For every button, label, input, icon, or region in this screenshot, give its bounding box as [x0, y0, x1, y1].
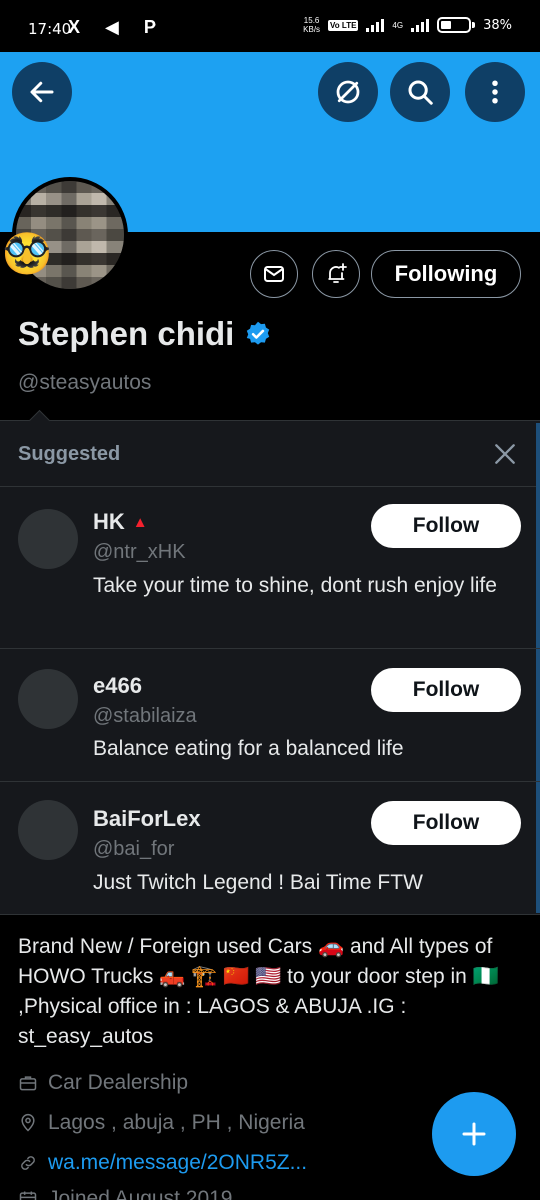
suggested-avatar[interactable] — [18, 509, 78, 569]
notify-button[interactable] — [312, 250, 360, 298]
more-button[interactable] — [465, 62, 525, 122]
suggested-bio: Just Twitch Legend ! Bai Time FTW — [93, 871, 423, 894]
follow-button[interactable]: Follow — [371, 668, 521, 712]
status-bar: 17:40 X ◀ P · 15.6 KB/s Vo LTE 4G 38% — [0, 0, 540, 52]
suggested-item[interactable]: BaiForLex @bai_for Just Twitch Legend ! … — [0, 782, 540, 915]
battery-level: 38% — [483, 17, 512, 33]
profile-name-row: Stephen chidi — [18, 315, 272, 353]
suggested-handle: @bai_for — [93, 838, 175, 860]
grok-button[interactable] — [318, 62, 378, 122]
profile-joined: Joined August 2019 — [18, 1187, 233, 1200]
net-speed-value: 15.6 — [303, 16, 320, 25]
link-icon — [21, 1156, 35, 1170]
suggested-avatar[interactable] — [18, 669, 78, 729]
battery-icon — [437, 17, 472, 33]
mail-icon — [264, 266, 284, 282]
suggested-name-text: HK — [93, 509, 125, 534]
status-dot: · — [152, 16, 158, 33]
location-text: Lagos , abuja , PH , Nigeria — [48, 1111, 305, 1134]
joined-text: Joined August 2019 — [48, 1187, 233, 1200]
bell-plus-icon — [328, 263, 347, 283]
suggested-title: Suggested — [18, 443, 121, 465]
search-button[interactable] — [390, 62, 450, 122]
profile-handle: @steasyautos — [18, 371, 152, 394]
message-button[interactable] — [250, 250, 298, 298]
status-right-group: 15.6 KB/s Vo LTE 4G 38% — [303, 16, 512, 34]
network-4g-label: 4G — [392, 20, 404, 30]
suggested-handle: @ntr_xHK — [93, 541, 186, 563]
suggested-item[interactable]: e466 @stabilaiza Balance eating for a ba… — [0, 649, 540, 782]
net-speed-unit: KB/s — [303, 25, 321, 34]
follow-button[interactable]: Follow — [371, 504, 521, 548]
red-triangle-icon: ▲ — [132, 514, 148, 531]
close-icon[interactable] — [492, 441, 518, 467]
suggested-avatar[interactable] — [18, 800, 78, 860]
profile-category: Car Dealership — [18, 1071, 188, 1095]
follow-button[interactable]: Follow — [371, 801, 521, 845]
no-entry-icon — [336, 80, 360, 104]
suggested-handle: @stabilaiza — [93, 705, 197, 727]
profile-bio: Brand New / Foreign used Cars 🚗 and All … — [18, 935, 499, 1048]
following-button[interactable]: Following — [371, 250, 521, 298]
suggested-item[interactable]: HK ▲ @ntr_xHK Take your time to shine, do… — [0, 487, 540, 649]
suggested-bio: Take your time to shine, dont rush enjoy… — [93, 574, 497, 597]
suggested-bio: Balance eating for a balanced life — [93, 737, 404, 760]
calendar-icon — [19, 1191, 37, 1200]
link-text[interactable]: wa.me/message/2ONR5Z... — [48, 1151, 307, 1175]
suggested-name[interactable]: BaiForLex — [93, 806, 201, 832]
volte-icon: Vo LTE — [328, 19, 359, 31]
suggested-panel: Suggested HK ▲ @ntr_xHK Take your time to… — [0, 420, 540, 915]
location-pin-icon — [21, 1113, 35, 1132]
category-text: Car Dealership — [48, 1071, 189, 1094]
search-icon — [408, 80, 433, 105]
suggested-name[interactable]: HK ▲ — [93, 509, 148, 535]
suggested-name[interactable]: e466 — [93, 673, 142, 699]
plus-icon — [462, 1122, 486, 1146]
back-button[interactable] — [12, 62, 72, 122]
more-vertical-icon — [492, 80, 498, 104]
briefcase-icon — [19, 1076, 37, 1091]
net-speed: 15.6 KB/s — [303, 16, 320, 34]
profile-location: Lagos , abuja , PH , Nigeria — [18, 1111, 305, 1135]
avatar-emoji: 🥸 — [2, 232, 52, 276]
profile-link[interactable]: wa.me/message/2ONR5Z... — [18, 1151, 307, 1175]
compose-button[interactable] — [432, 1092, 516, 1176]
suggested-header: Suggested — [0, 421, 540, 487]
profile-name: Stephen chidi — [18, 315, 235, 352]
signal-2-icon — [411, 18, 430, 32]
signal-1-icon — [366, 18, 385, 32]
battery-nub — [472, 22, 476, 28]
back-arrow-icon — [30, 81, 54, 103]
verified-badge-icon — [247, 321, 270, 345]
status-time: 17:40 — [28, 20, 72, 38]
